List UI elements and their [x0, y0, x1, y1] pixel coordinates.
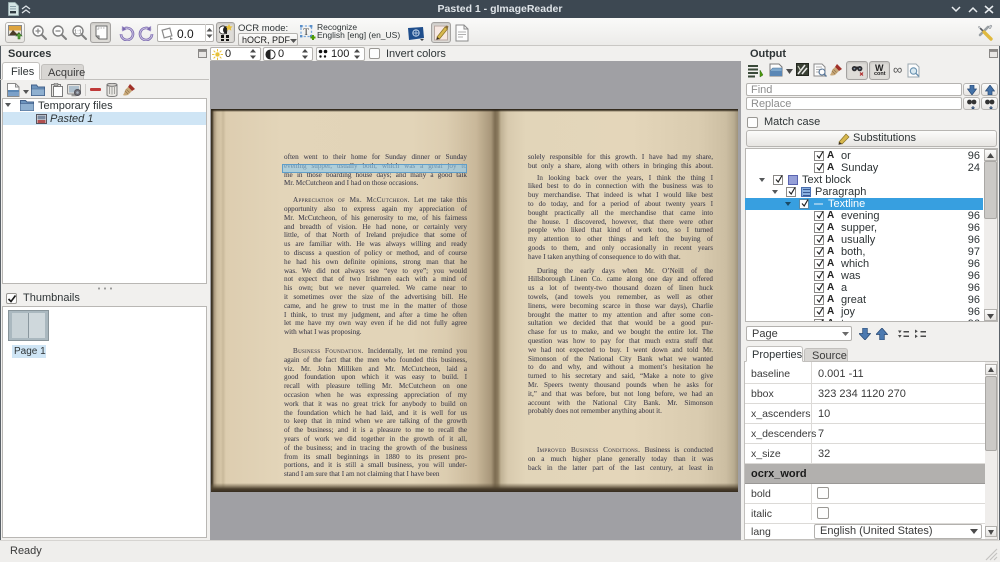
svg-text:T: T [303, 28, 309, 38]
svg-text:1:1: 1:1 [74, 29, 82, 35]
